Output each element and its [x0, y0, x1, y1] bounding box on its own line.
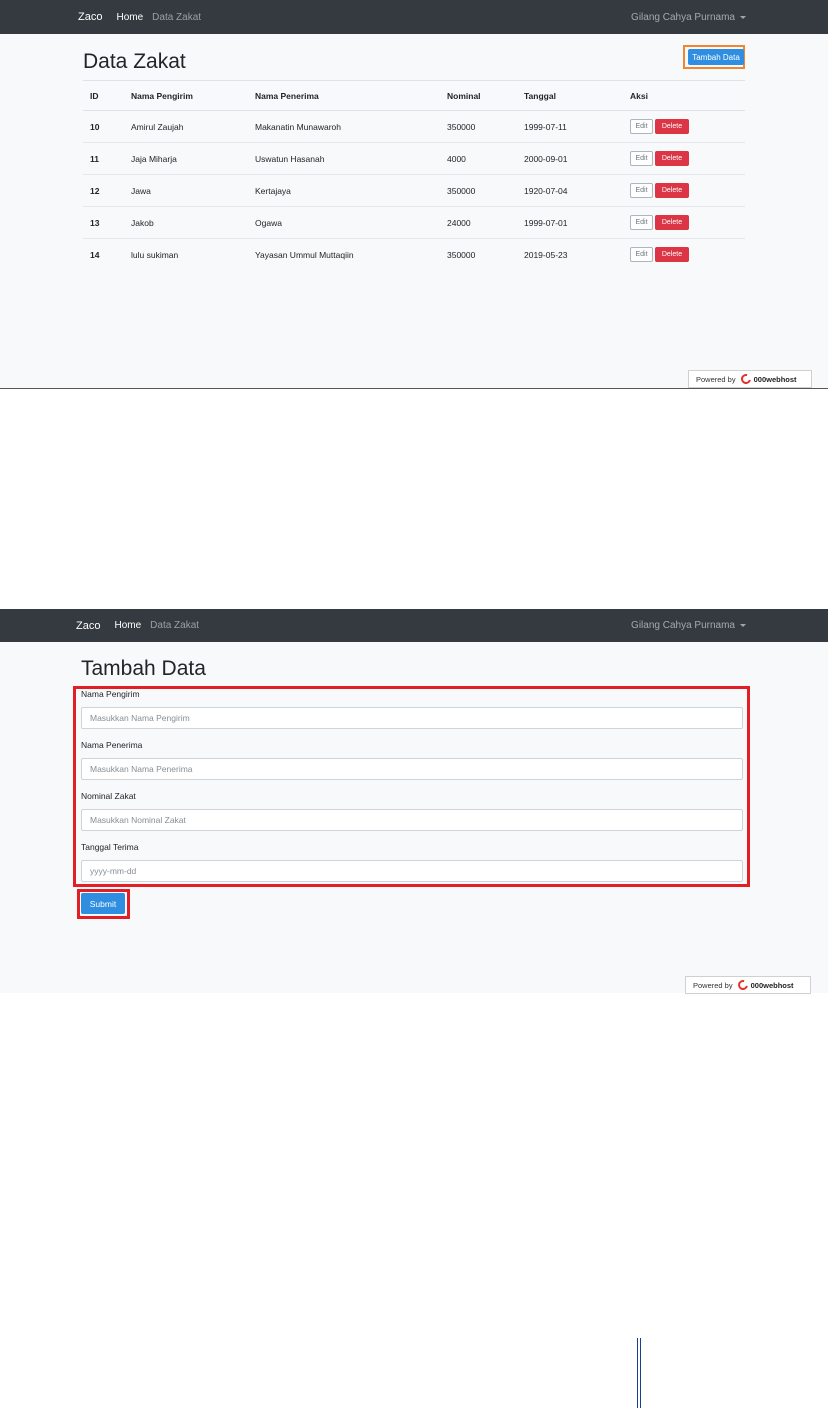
top-navbar: Zaco Home Data Zakat Gilang Cahya Purnam… — [0, 0, 828, 34]
powered-by-text: Powered by — [693, 980, 733, 990]
cell-nominal: 24000 — [440, 206, 517, 239]
top-navbar: Zaco Home Data Zakat Gilang Cahya Purnam… — [0, 609, 828, 642]
delete-button[interactable]: Delete — [655, 183, 689, 198]
cell-aksi: Edit Delete — [623, 110, 745, 143]
cell-penerima: Uswatun Hasanah — [248, 142, 440, 175]
table-row: 11 Jaja Miharja Uswatun Hasanah 4000 200… — [83, 142, 745, 175]
list-page-screenshot: Zaco Home Data Zakat Gilang Cahya Purnam… — [0, 0, 828, 389]
cell-pengirim: Jakob — [124, 206, 248, 239]
input-nama-pengirim[interactable] — [81, 707, 743, 729]
caret-down-icon — [740, 624, 746, 627]
cell-pengirim: Jawa — [124, 174, 248, 207]
cell-tanggal: 1920-07-04 — [517, 174, 623, 207]
cell-tanggal: 1999-07-01 — [517, 206, 623, 239]
table-header-row: ID Nama Pengirim Nama Penerima Nominal T… — [83, 80, 745, 111]
col-nominal: Nominal — [440, 80, 517, 111]
cell-id: 11 — [83, 142, 124, 175]
host-name: 000webhost — [750, 980, 794, 990]
cell-id: 12 — [83, 174, 124, 207]
cell-nominal: 350000 — [447, 249, 476, 260]
submit-button[interactable]: Submit — [81, 893, 125, 914]
delete-button[interactable]: Delete — [655, 247, 689, 262]
add-data-button[interactable]: Tambah Data — [688, 49, 744, 65]
label-tanggal-terima: Tanggal Terima — [81, 842, 139, 852]
label-nama-penerima: Nama Penerima — [81, 740, 143, 750]
powered-by-text: Powered by — [696, 374, 736, 384]
form-page-title: Tambah Data — [81, 657, 206, 680]
cell-penerima: Ogawa — [248, 206, 440, 239]
input-nama-penerima[interactable] — [81, 758, 743, 780]
host-name: 000webhost — [753, 374, 797, 384]
table-row: 10 Amirul Zaujah Makanatin Munawaroh 350… — [83, 110, 745, 143]
divider-line — [637, 1338, 638, 1408]
cell-nominal: 350000 — [440, 110, 517, 143]
cell-tanggal: 1999-07-11 — [517, 110, 623, 143]
delete-button[interactable]: Delete — [655, 119, 689, 134]
cell-pengirim: Jaja Miharja — [124, 142, 248, 175]
webhost-logo-icon — [738, 372, 753, 386]
delete-button[interactable]: Delete — [655, 215, 689, 230]
table-row: 12 Jawa Kertajaya 350000 1920-07-04 Edit… — [83, 174, 745, 207]
cell-nominal: 4000 — [440, 142, 517, 175]
label-nama-pengirim: Nama Pengirim — [81, 689, 140, 699]
cell-pengirim: lulu sukiman — [131, 249, 179, 260]
powered-by-badge[interactable]: Powered by 000webhost — [688, 370, 812, 388]
user-name: Gilang Cahya Purnama — [631, 11, 735, 23]
caret-down-icon — [740, 15, 746, 19]
cell-id: 14 — [90, 249, 100, 260]
col-aksi: Aksi — [623, 80, 745, 111]
divider-line — [640, 1338, 641, 1408]
user-dropdown[interactable]: Gilang Cahya Purnama — [631, 620, 746, 631]
cell-aksi: Edit Delete — [623, 239, 745, 271]
cell-pengirim: Amirul Zaujah — [124, 110, 248, 143]
zakat-table: ID Nama Pengirim Nama Penerima Nominal T… — [83, 80, 745, 270]
cell-tanggal: 2019-05-23 — [524, 249, 568, 260]
nav-data-zakat[interactable]: Data Zakat — [152, 12, 201, 23]
cell-penerima: Yayasan Ummul Muttaqiin — [255, 249, 354, 260]
label-nominal-zakat: Nominal Zakat — [81, 791, 136, 801]
col-id: ID — [83, 80, 124, 111]
page-title: Data Zakat — [83, 50, 186, 73]
powered-by-badge[interactable]: Powered by 000webhost — [685, 976, 811, 994]
input-nominal-zakat[interactable] — [81, 809, 743, 831]
edit-button[interactable]: Edit — [630, 183, 653, 198]
brand-link[interactable]: Zaco — [76, 620, 100, 632]
table-row: 14 lulu sukiman Yayasan Ummul Muttaqiin … — [83, 239, 745, 271]
cell-aksi: Edit Delete — [623, 206, 745, 239]
delete-button[interactable]: Delete — [655, 151, 689, 166]
cell-penerima: Makanatin Munawaroh — [248, 110, 440, 143]
cell-id: 13 — [83, 206, 124, 239]
col-penerima: Nama Penerima — [248, 80, 440, 111]
table-row: 13 Jakob Ogawa 24000 1999-07-01 Edit Dele… — [83, 206, 745, 239]
edit-button[interactable]: Edit — [630, 119, 653, 134]
webhost-logo-icon — [735, 978, 750, 992]
edit-button[interactable]: Edit — [630, 151, 653, 166]
edit-button[interactable]: Edit — [630, 215, 653, 230]
cell-penerima: Kertajaya — [248, 174, 440, 207]
nav-home[interactable]: Home — [116, 12, 143, 23]
user-dropdown[interactable]: Gilang Cahya Purnama — [631, 12, 746, 23]
brand-link[interactable]: Zaco — [78, 11, 102, 23]
nav-home[interactable]: Home — [114, 620, 141, 631]
col-tanggal: Tanggal — [517, 80, 623, 111]
cell-nominal: 350000 — [440, 174, 517, 207]
cell-tanggal: 2000-09-01 — [517, 142, 623, 175]
user-name: Gilang Cahya Purnama — [631, 620, 735, 631]
cell-id: 10 — [83, 110, 124, 143]
nav-data-zakat[interactable]: Data Zakat — [150, 620, 199, 631]
cell-aksi: Edit Delete — [623, 174, 745, 207]
edit-button[interactable]: Edit — [630, 247, 653, 262]
input-tanggal-terima[interactable] — [81, 860, 743, 882]
cell-aksi: Edit Delete — [623, 142, 745, 175]
col-pengirim: Nama Pengirim — [124, 80, 248, 111]
